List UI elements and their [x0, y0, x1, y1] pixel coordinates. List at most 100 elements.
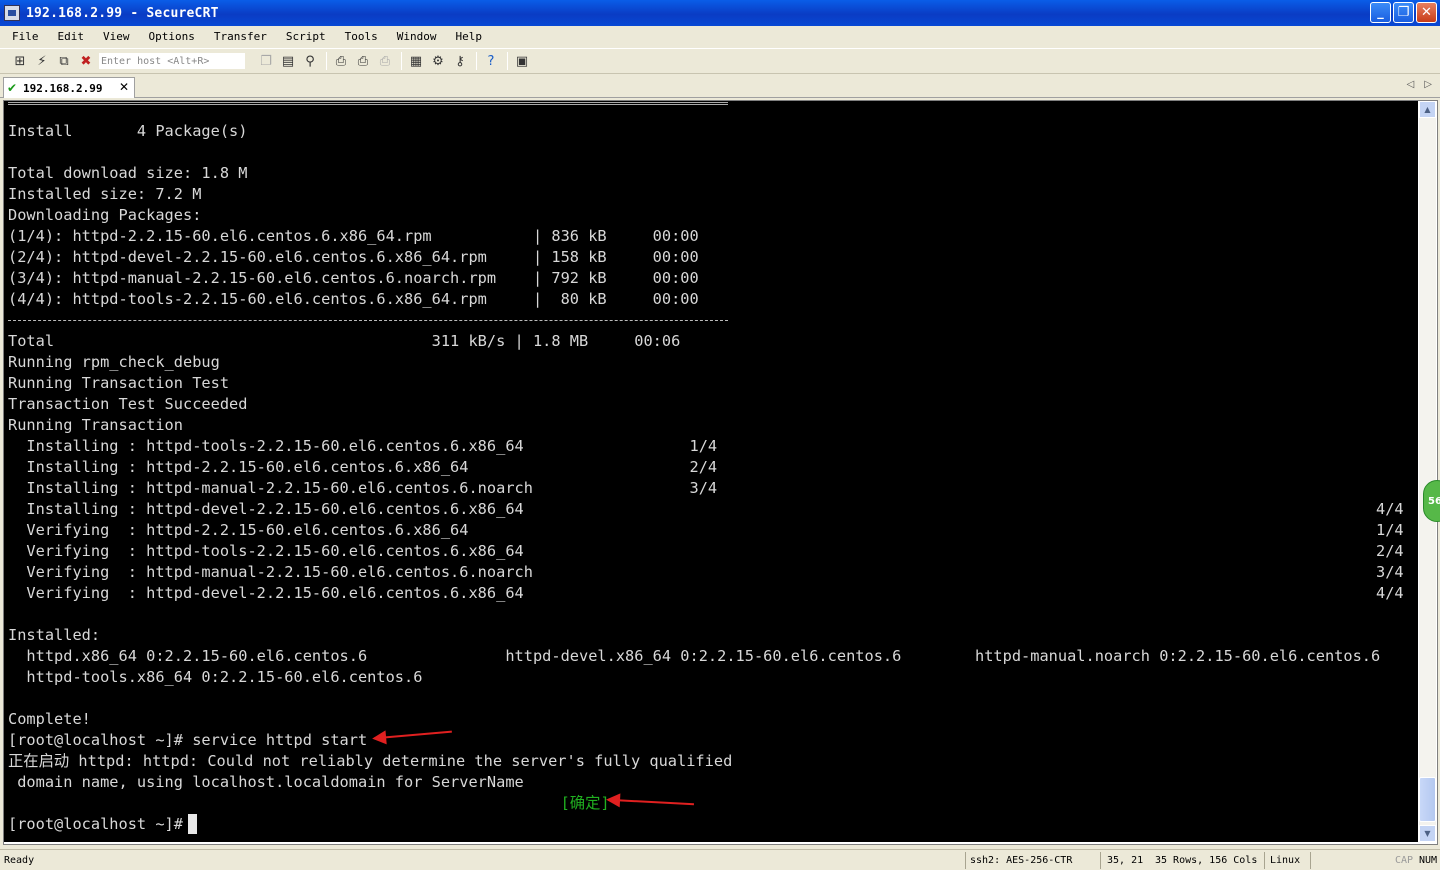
terminal-line: httpd.x86_64 0:2.2.15-60.el6.centos.6 ht… — [8, 647, 1381, 665]
status-divider — [1264, 852, 1265, 869]
session-options-icon[interactable]: ▦ — [406, 51, 426, 71]
terminal-line: Verifying : httpd-manual-2.2.15-60.el6.c… — [8, 563, 533, 581]
connected-check-icon: ✔ — [7, 81, 18, 95]
terminal-line: Running rpm_check_debug — [8, 353, 220, 371]
progress-counter: 3/4 — [1376, 563, 1404, 581]
paste-icon[interactable]: ▤ — [278, 51, 298, 71]
status-divider — [965, 852, 966, 869]
terminal-line: Installing : httpd-devel-2.2.15-60.el6.c… — [8, 500, 524, 518]
terminal-line: httpd-tools.x86_64 0:2.2.15-60.el6.cento… — [8, 668, 423, 686]
annotation-arrow-icon — [608, 798, 694, 806]
menu-transfer[interactable]: Transfer — [212, 30, 269, 43]
minimize-button[interactable]: _ — [1370, 2, 1391, 23]
scrollbar-thumb[interactable] — [1419, 777, 1436, 822]
terminal-line: Install 4 Package(s) — [8, 122, 248, 140]
terminal-cursor — [188, 814, 197, 834]
about-icon[interactable]: ▣ — [512, 51, 532, 71]
quick-connect-icon[interactable]: ⚡ — [32, 51, 52, 71]
terminal-line: (4/4): httpd-tools-2.2.15-60.el6.centos.… — [8, 290, 699, 308]
progress-counter: 2/4 — [1376, 542, 1404, 560]
securecrt-app-icon[interactable] — [4, 5, 20, 21]
menu-view[interactable]: View — [101, 30, 132, 43]
terminal-line: Installed size: 7.2 M — [8, 185, 202, 203]
tab-close-icon[interactable]: ✕ — [119, 80, 129, 94]
scroll-up-icon[interactable]: ▲ — [1419, 101, 1436, 118]
terminal-line: Verifying : httpd-2.2.15-60.el6.centos.6… — [8, 521, 469, 539]
title-bar: 192.168.2.99 - SecureCRT _ ❐ ✕ — [0, 0, 1440, 26]
quick-connect-input[interactable] — [98, 52, 246, 70]
status-rows-cols: 35 Rows, 156 Cols — [1155, 855, 1258, 866]
progress-counter: 1/4 — [1376, 521, 1404, 539]
menu-help[interactable]: Help — [453, 30, 484, 43]
global-options-icon[interactable]: ⚙ — [428, 51, 448, 71]
tab-scroll-right-icon[interactable]: ▷ — [1424, 79, 1432, 90]
keymap-icon[interactable]: ⚷ — [450, 51, 470, 71]
terminal-separator — [8, 102, 728, 105]
window-controls: _ ❐ ✕ — [1370, 2, 1437, 23]
floating-badge[interactable]: 56 — [1423, 480, 1440, 522]
terminal-line: Verifying : httpd-tools-2.2.15-60.el6.ce… — [8, 542, 524, 560]
menu-bar: File Edit View Options Transfer Script T… — [0, 26, 1440, 46]
print-selection-icon[interactable]: ⎙ — [353, 51, 373, 71]
status-bar: Ready ssh2: AES-256-CTR 35, 21 35 Rows, … — [0, 849, 1440, 870]
tab-scroll-left-icon[interactable]: ◁ — [1407, 79, 1415, 90]
session-tab-bar: ✔ 192.168.2.99 ✕ ◁ ▷ — [0, 75, 1440, 98]
menu-script[interactable]: Script — [284, 30, 328, 43]
find-icon[interactable]: ⚲ — [300, 51, 320, 71]
tab-navigation: ◁ ▷ — [1407, 79, 1432, 90]
scroll-down-icon[interactable]: ▼ — [1419, 825, 1436, 842]
terminal-line-ok-status: [确定] — [8, 794, 610, 812]
terminal-line: Transaction Test Succeeded — [8, 395, 248, 413]
terminal-line: Verifying : httpd-devel-2.2.15-60.el6.ce… — [8, 584, 524, 602]
terminal-line: Installed: — [8, 626, 101, 644]
toolbar-separator — [476, 52, 477, 70]
terminal-screen[interactable]: Install 4 Package(s) Total download size… — [4, 101, 1418, 842]
terminal-line: 正在启动 httpd: httpd: Could not reliably de… — [8, 752, 733, 770]
terminal-line: Installing : httpd-2.2.15-60.el6.centos.… — [8, 458, 718, 476]
print-icon[interactable]: ⎙ — [331, 51, 351, 71]
copy-icon[interactable]: ❐ — [256, 51, 276, 71]
progress-counter: 4/4 — [1376, 500, 1404, 518]
terminal-line: Running Transaction Test — [8, 374, 230, 392]
annotation-arrow-icon — [374, 730, 452, 740]
progress-counter: 4/4 — [1376, 584, 1404, 602]
terminal-line: domain name, using localhost.localdomain… — [8, 773, 524, 791]
menu-edit[interactable]: Edit — [56, 30, 87, 43]
terminal-line: (1/4): httpd-2.2.15-60.el6.centos.6.x86_… — [8, 227, 699, 245]
status-caps-lock: CAP — [1395, 855, 1414, 866]
terminal-line: Installing : httpd-tools-2.2.15-60.el6.c… — [8, 437, 718, 455]
status-ready: Ready — [4, 855, 35, 866]
toolbar-separator — [326, 52, 327, 70]
menu-tools[interactable]: Tools — [343, 30, 380, 43]
terminal-line: Complete! — [8, 710, 91, 728]
connect-icon[interactable]: ⊞ — [10, 51, 30, 71]
menu-window[interactable]: Window — [395, 30, 439, 43]
menu-options[interactable]: Options — [147, 30, 197, 43]
window-title: 192.168.2.99 - SecureCRT — [26, 5, 219, 21]
terminal-line: Total 311 kB/s | 1.8 MB 00:06 — [8, 332, 681, 350]
terminal-line: (2/4): httpd-devel-2.2.15-60.el6.centos.… — [8, 248, 699, 266]
status-protocol: ssh2: AES-256-CTR — [970, 855, 1073, 866]
toolbar: ⊞ ⚡ ⧉ ✖ ❐ ▤ ⚲ ⎙ ⎙ ⎙ ▦ ⚙ ⚷ ? ▣ — [0, 48, 1440, 74]
maximize-button[interactable]: ❐ — [1393, 2, 1414, 23]
terminal-line: Downloading Packages: — [8, 206, 202, 224]
tab-session-label: 192.168.2.99 — [23, 81, 103, 95]
close-button[interactable]: ✕ — [1416, 2, 1437, 23]
terminal-line: [root@localhost ~]# service httpd start — [8, 731, 368, 749]
help-icon[interactable]: ? — [481, 51, 501, 71]
terminal-line: Installing : httpd-manual-2.2.15-60.el6.… — [8, 479, 718, 497]
disconnect-icon[interactable]: ✖ — [76, 51, 96, 71]
status-divider — [1310, 852, 1311, 869]
menu-file[interactable]: File — [10, 30, 41, 43]
status-divider — [1100, 852, 1101, 869]
status-os: Linux — [1270, 855, 1301, 866]
terminal-separator — [8, 320, 728, 321]
connect-in-tab-icon[interactable]: ⧉ — [54, 51, 74, 71]
terminal-scrollbar[interactable]: ▲ ▼ — [1419, 101, 1436, 842]
terminal-line: (3/4): httpd-manual-2.2.15-60.el6.centos… — [8, 269, 699, 287]
terminal-prompt-line: [root@localhost ~]# — [8, 815, 193, 833]
toolbar-separator — [401, 52, 402, 70]
print-screen-icon[interactable]: ⎙ — [375, 51, 395, 71]
toolbar-separator — [507, 52, 508, 70]
tab-session[interactable]: ✔ 192.168.2.99 ✕ — [3, 77, 135, 98]
